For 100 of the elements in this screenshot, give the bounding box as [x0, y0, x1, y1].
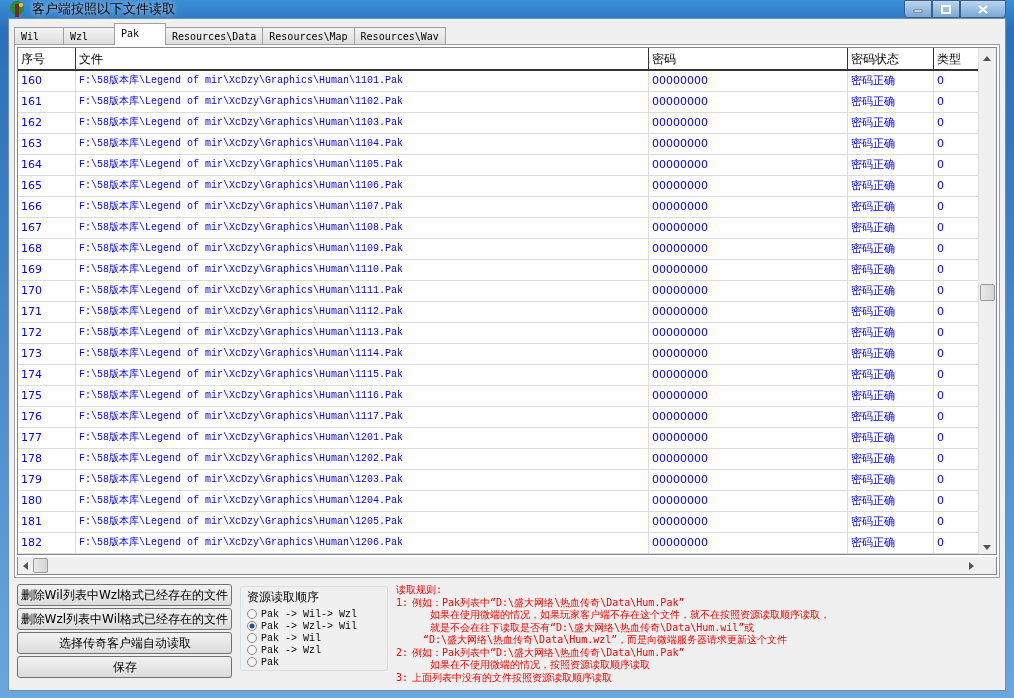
scroll-left-icon[interactable] — [23, 562, 28, 570]
table-cell: 密码正确 — [848, 449, 934, 469]
rule-text: 如果在不使用微端的情况，按照资源读取顺序读取 — [429, 659, 651, 672]
table-cell: F:\58版本库\Legend of mir\XcDzy\Graphics\Human\1111.Pak — [76, 281, 649, 301]
close-button[interactable] — [960, 0, 1006, 18]
table-cell: 密码正确 — [848, 407, 934, 427]
column-header[interactable]: 文件 — [76, 48, 649, 70]
table-cell: 169 — [18, 260, 76, 280]
table-cell: 密码正确 — [848, 470, 934, 490]
table-cell: 密码正确 — [848, 491, 934, 511]
table-cell: 171 — [18, 302, 76, 322]
table-cell: 密码正确 — [848, 533, 934, 553]
table-cell: 168 — [18, 239, 76, 259]
action-button[interactable]: 保存 — [17, 656, 232, 678]
table-cell: F:\58版本库\Legend of mir\XcDzy\Graphics\Human\1101.Pak — [76, 71, 649, 91]
table-cell: 密码正确 — [848, 260, 934, 280]
horizontal-scrollbar[interactable] — [17, 557, 997, 575]
radio-button[interactable] — [247, 609, 257, 619]
table-cell: 161 — [18, 92, 76, 112]
window-title: 客户端按照以下文件读取 — [32, 0, 175, 18]
app-icon — [8, 0, 26, 18]
table-cell: F:\58版本库\Legend of mir\XcDzy\Graphics\Human\1114.Pak — [76, 344, 649, 364]
table-cell: 00000000 — [649, 239, 848, 259]
action-button[interactable]: 选择传奇客户端自动读取 — [17, 632, 232, 654]
table-cell: F:\58版本库\Legend of mir\XcDzy\Graphics\Human\1116.Pak — [76, 386, 649, 406]
table-cell: 175 — [18, 386, 76, 406]
table-cell: 密码正确 — [848, 176, 934, 196]
table-cell: 166 — [18, 197, 76, 217]
scroll-down-icon[interactable] — [983, 545, 991, 550]
column-header[interactable]: 密码 — [649, 48, 848, 70]
action-button[interactable]: 删除Wil列表中Wzl格式已经存在的文件 — [17, 584, 232, 606]
table-cell: 00000000 — [649, 176, 848, 196]
table-cell: F:\58版本库\Legend of mir\XcDzy\Graphics\Human\1105.Pak — [76, 155, 649, 175]
tab[interactable]: Resources\Map — [262, 27, 355, 45]
radio-label[interactable]: Pak -> Wzl-> Wil — [261, 620, 357, 632]
table-cell: 密码正确 — [848, 239, 934, 259]
table-cell: 00000000 — [649, 386, 848, 406]
column-header[interactable]: 密码状态 — [848, 48, 934, 70]
group-title: 资源读取顺序 — [247, 589, 320, 606]
vertical-scrollbar[interactable] — [978, 48, 996, 554]
tab[interactable]: Wzl — [63, 27, 115, 45]
table-cell: 172 — [18, 323, 76, 343]
close-icon — [978, 4, 988, 14]
table-cell: 密码正确 — [848, 365, 934, 385]
maximize-button[interactable] — [932, 0, 960, 18]
radio-button[interactable] — [247, 645, 257, 655]
minimize-button[interactable] — [904, 0, 932, 18]
radio-button[interactable] — [247, 657, 257, 667]
rule-text: 上面列表中没有的文件按照资源读取顺序读取 — [412, 671, 612, 684]
table-cell: 密码正确 — [848, 428, 934, 448]
table-cell: F:\58版本库\Legend of mir\XcDzy\Graphics\Human\1104.Pak — [76, 134, 649, 154]
table-cell: 181 — [18, 512, 76, 532]
table-cell: 00000000 — [649, 260, 848, 280]
table-cell: F:\58版本库\Legend of mir\XcDzy\Graphics\Human\1102.Pak — [76, 92, 649, 112]
table-cell: 00000000 — [649, 197, 848, 217]
action-button[interactable]: 删除Wzl列表中Wil格式已经存在的文件 — [17, 608, 232, 630]
rule-text: 例如：Pak列表中“D:\盛大网络\热血传奇\Data\Hum.Pak” — [412, 596, 686, 609]
scroll-thumb[interactable] — [33, 558, 48, 573]
table-cell: 00000000 — [649, 134, 848, 154]
maximize-icon — [941, 4, 951, 14]
table-cell: 176 — [18, 407, 76, 427]
table-cell: 160 — [18, 71, 76, 91]
table-cell: 密码正确 — [848, 92, 934, 112]
radio-label[interactable]: Pak -> Wil — [261, 632, 321, 644]
table-cell: 170 — [18, 281, 76, 301]
radio-button[interactable] — [247, 633, 257, 643]
table-cell: 00000000 — [649, 491, 848, 511]
table-cell: 密码正确 — [848, 197, 934, 217]
table-cell: 密码正确 — [848, 155, 934, 175]
table-cell: 密码正确 — [848, 218, 934, 238]
radio-label[interactable]: Pak -> Wil-> Wzl — [261, 608, 357, 620]
table-cell: F:\58版本库\Legend of mir\XcDzy\Graphics\Human\1103.Pak — [76, 113, 649, 133]
table-cell: 00000000 — [649, 323, 848, 343]
radio-label[interactable]: Pak -> Wzl — [261, 644, 321, 656]
table-cell: F:\58版本库\Legend of mir\XcDzy\Graphics\Human\1106.Pak — [76, 176, 649, 196]
table-cell: F:\58版本库\Legend of mir\XcDzy\Graphics\Human\1206.Pak — [76, 533, 649, 553]
table-cell: 178 — [18, 449, 76, 469]
table-cell: 180 — [18, 491, 76, 511]
table-cell: 00000000 — [649, 71, 848, 91]
table-cell: 00000000 — [649, 344, 848, 364]
rule-text: 例如：Pak列表中“D:\盛大网络\热血传奇\Data\Hum.Pak” — [412, 646, 685, 659]
tab[interactable]: Wil — [14, 27, 64, 45]
table-cell: 177 — [18, 428, 76, 448]
scroll-right-icon[interactable] — [969, 562, 974, 570]
table-cell: 182 — [18, 533, 76, 553]
table-cell: 密码正确 — [848, 302, 934, 322]
table-cell: 173 — [18, 344, 76, 364]
tab[interactable]: Pak — [114, 23, 166, 45]
tab[interactable]: Resources\Data — [165, 27, 264, 45]
tab[interactable]: Resources\Wav — [353, 27, 446, 45]
scroll-up-icon[interactable] — [983, 56, 991, 61]
table-cell: 00000000 — [649, 365, 848, 385]
radio-button[interactable] — [247, 621, 257, 631]
table-cell: F:\58版本库\Legend of mir\XcDzy\Graphics\Human\1203.Pak — [76, 470, 649, 490]
radio-label[interactable]: Pak — [261, 656, 279, 668]
rules-title: 读取规则: — [396, 584, 444, 597]
table-cell: 00000000 — [649, 512, 848, 532]
table-cell: 174 — [18, 365, 76, 385]
column-header[interactable]: 序号 — [18, 48, 76, 70]
scroll-thumb[interactable] — [980, 284, 995, 301]
